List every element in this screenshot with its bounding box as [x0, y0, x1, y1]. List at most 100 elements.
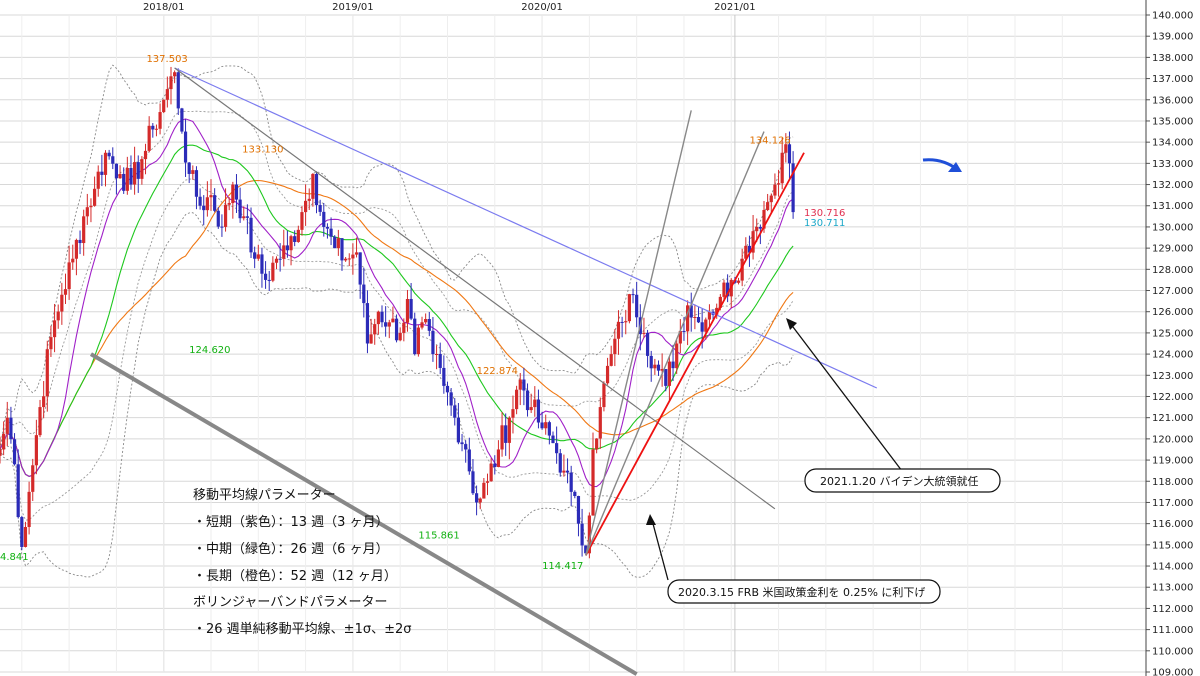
y-tick-label: 129.000	[1152, 244, 1193, 255]
candle-body	[205, 197, 209, 211]
candle-body	[565, 470, 570, 473]
candle-body	[209, 195, 213, 198]
y-tick-label: 140.000	[1152, 11, 1193, 22]
y-tick-label: 131.000	[1152, 201, 1193, 212]
candle-body	[162, 99, 166, 113]
candle-body	[591, 449, 595, 516]
candle-body	[602, 383, 606, 408]
note-ma-mid: ・中期（緑色）：26 週（6 ヶ月）	[193, 541, 389, 557]
price-label: 124.620	[189, 345, 230, 356]
candle-body	[402, 322, 406, 333]
candle-body	[453, 405, 457, 418]
y-tick-label: 127.000	[1152, 286, 1193, 297]
y-tick-label: 135.000	[1152, 116, 1193, 127]
candle-body	[16, 464, 20, 518]
candle-body	[569, 472, 573, 492]
y-tick-label: 134.000	[1152, 138, 1193, 149]
y-tick-label: 111.000	[1152, 625, 1193, 636]
candle-body	[438, 354, 442, 368]
candle-body	[82, 216, 86, 244]
candle-body	[758, 226, 762, 229]
candle-body	[34, 435, 38, 466]
y-tick-label: 117.000	[1152, 498, 1193, 509]
x-tick-label: 2018/01	[143, 2, 185, 13]
candle-body	[263, 273, 268, 280]
candle-body	[38, 407, 42, 436]
candle-body	[234, 184, 239, 200]
candle-body	[223, 204, 228, 227]
candle-body	[787, 144, 792, 164]
candle-body	[296, 229, 300, 242]
candle-body	[344, 258, 348, 261]
candle-body	[595, 438, 599, 450]
y-tick-label: 121.000	[1152, 413, 1193, 424]
candle-body	[114, 163, 119, 179]
y-tick-label: 122.000	[1152, 392, 1193, 403]
y-tick-label: 124.000	[1152, 350, 1193, 361]
candle-body	[525, 390, 530, 411]
candle-body	[409, 298, 413, 319]
y-tick-label: 114.000	[1152, 562, 1193, 573]
candle-body	[464, 444, 468, 450]
y-tick-label: 128.000	[1152, 265, 1193, 276]
candle-body	[267, 279, 271, 281]
candle-body	[0, 449, 2, 456]
candle-body	[278, 258, 282, 260]
x-tick-label: 2021/01	[714, 2, 756, 13]
candle-body	[489, 463, 493, 482]
candle-body	[136, 162, 140, 179]
candle-body	[129, 167, 133, 185]
candle-body	[547, 422, 551, 436]
note-ma-long: ・長期（橙色）：52 週（12 ヶ月）	[193, 568, 397, 584]
candle-body	[365, 303, 370, 344]
candle-body	[471, 471, 475, 494]
candle-body	[485, 481, 490, 483]
candle-body	[576, 495, 581, 524]
candle-body	[31, 465, 35, 492]
candle-body	[169, 76, 173, 90]
candle-body	[143, 150, 148, 160]
y-tick-label: 136.000	[1152, 95, 1193, 106]
chart-background	[0, 0, 1200, 676]
candle-body	[675, 343, 679, 369]
candle-body	[354, 252, 359, 255]
candle-body	[260, 254, 264, 274]
candle-body	[362, 284, 366, 304]
candle-body	[624, 321, 628, 323]
note-ma-title: 移動平均線パラメーター	[193, 487, 336, 503]
candle-body	[191, 170, 195, 174]
price-label: 114.417	[542, 561, 583, 572]
candle-body	[198, 196, 202, 206]
candle-body	[755, 226, 759, 232]
candle-body	[176, 72, 180, 109]
candle-body	[96, 171, 100, 189]
candle-body	[522, 379, 526, 391]
candle-body	[140, 159, 144, 179]
candle-body	[664, 369, 668, 386]
candle-body	[63, 289, 68, 295]
candle-body	[147, 125, 151, 151]
candle-body	[333, 236, 337, 249]
y-tick-label: 110.000	[1152, 646, 1193, 657]
note-ma-short: ・短期（紫色）：13 週（3 ヶ月）	[193, 514, 389, 530]
candle-body	[227, 203, 231, 205]
candle-body	[158, 112, 162, 129]
candle-body	[398, 332, 402, 341]
y-tick-label: 138.000	[1152, 53, 1193, 64]
candle-body	[42, 396, 46, 408]
candle-body	[122, 173, 126, 191]
y-tick-label: 109.000	[1152, 668, 1193, 676]
y-tick-label: 113.000	[1152, 583, 1193, 594]
candle-body	[52, 320, 57, 338]
candle-body	[442, 367, 446, 386]
candle-body	[460, 442, 464, 445]
candle-body	[180, 108, 184, 132]
candle-body	[85, 207, 89, 217]
candle-body	[23, 527, 28, 547]
price-chart: 109.000 110.000 111.000 112.000 113.000 114.0…	[0, 0, 1200, 676]
candle-body	[49, 337, 53, 350]
candle-body	[613, 338, 617, 355]
candle-body	[100, 171, 104, 175]
candle-body	[445, 385, 450, 393]
callout-frb-text: 2020.3.15 FRB 米国政策金利を 0.25% に利下げ	[678, 585, 925, 599]
